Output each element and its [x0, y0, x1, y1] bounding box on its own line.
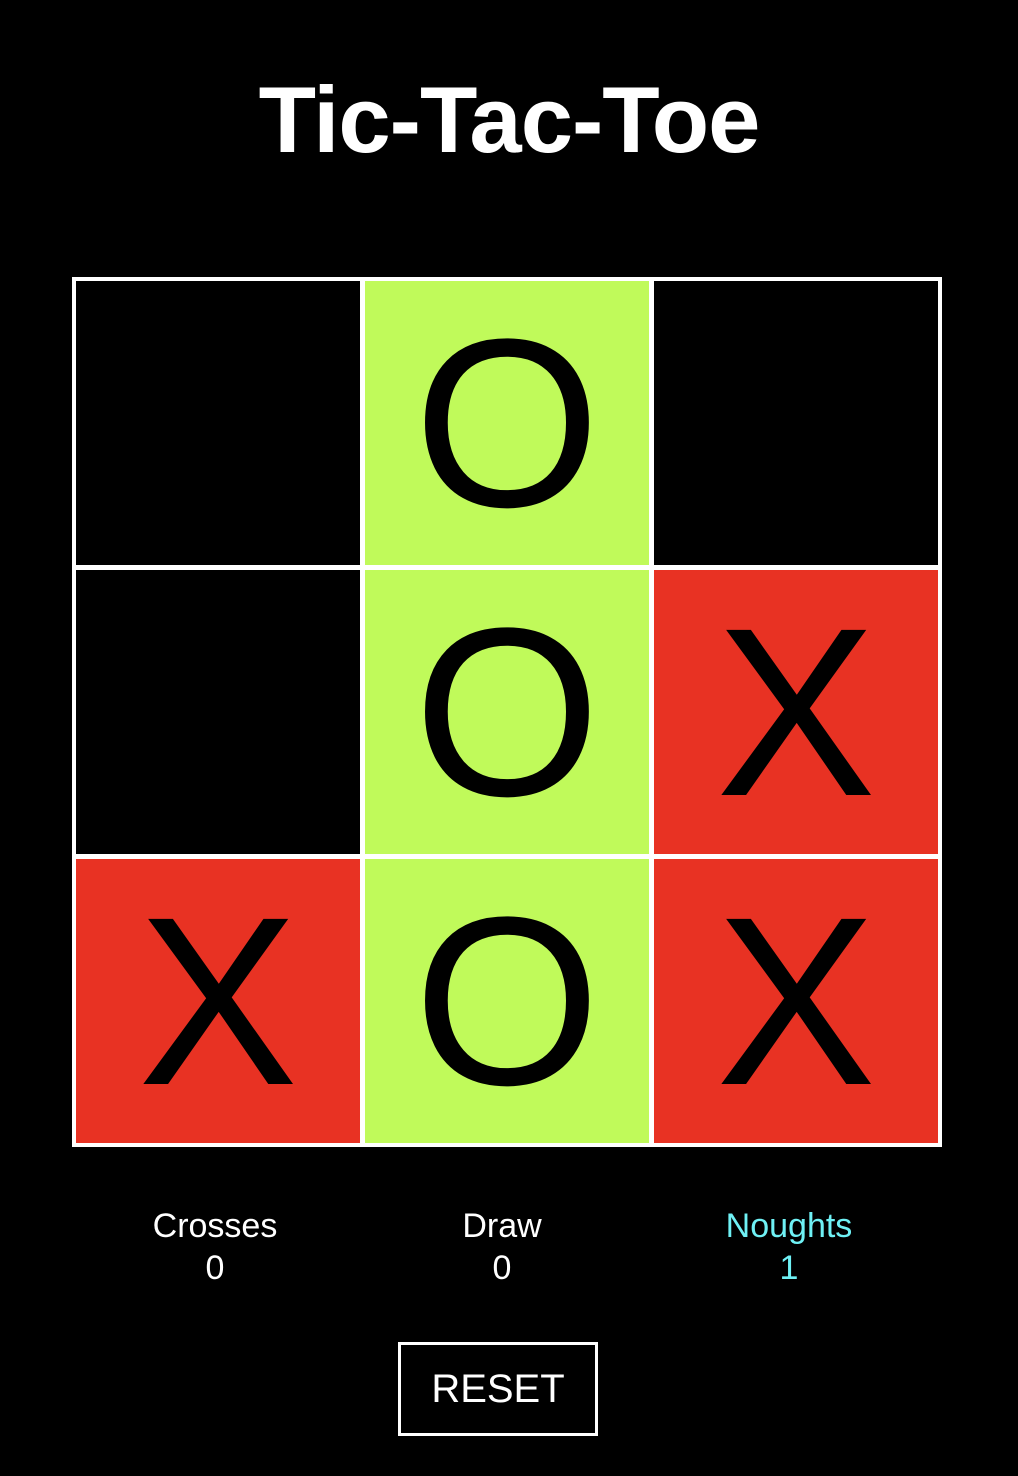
score-draw: Draw 0 — [392, 1205, 612, 1289]
game-board: O O X X O X — [72, 277, 942, 1147]
board-cell-7[interactable]: X — [76, 859, 360, 1143]
board-cell-2[interactable]: O — [365, 281, 649, 565]
score-noughts-label: Noughts — [725, 1207, 853, 1245]
board-cell-9[interactable]: X — [654, 859, 938, 1143]
score-crosses-value: 0 — [205, 1249, 225, 1287]
board-cell-8[interactable]: O — [365, 859, 649, 1143]
score-crosses-label: Crosses — [152, 1207, 278, 1245]
score-crosses: Crosses 0 — [105, 1205, 325, 1289]
score-noughts-value: 1 — [779, 1249, 799, 1287]
score-draw-value: 0 — [492, 1249, 512, 1287]
board-cell-5[interactable]: O — [365, 570, 649, 854]
board-cell-6[interactable]: X — [654, 570, 938, 854]
reset-button[interactable]: RESET — [398, 1342, 598, 1436]
score-noughts: Noughts 1 — [679, 1205, 899, 1289]
board-cell-4[interactable] — [76, 570, 360, 854]
board-cell-3[interactable] — [654, 281, 938, 565]
score-draw-label: Draw — [462, 1207, 542, 1245]
game-title: Tic-Tac-Toe — [258, 67, 761, 172]
board-cell-1[interactable] — [76, 281, 360, 565]
